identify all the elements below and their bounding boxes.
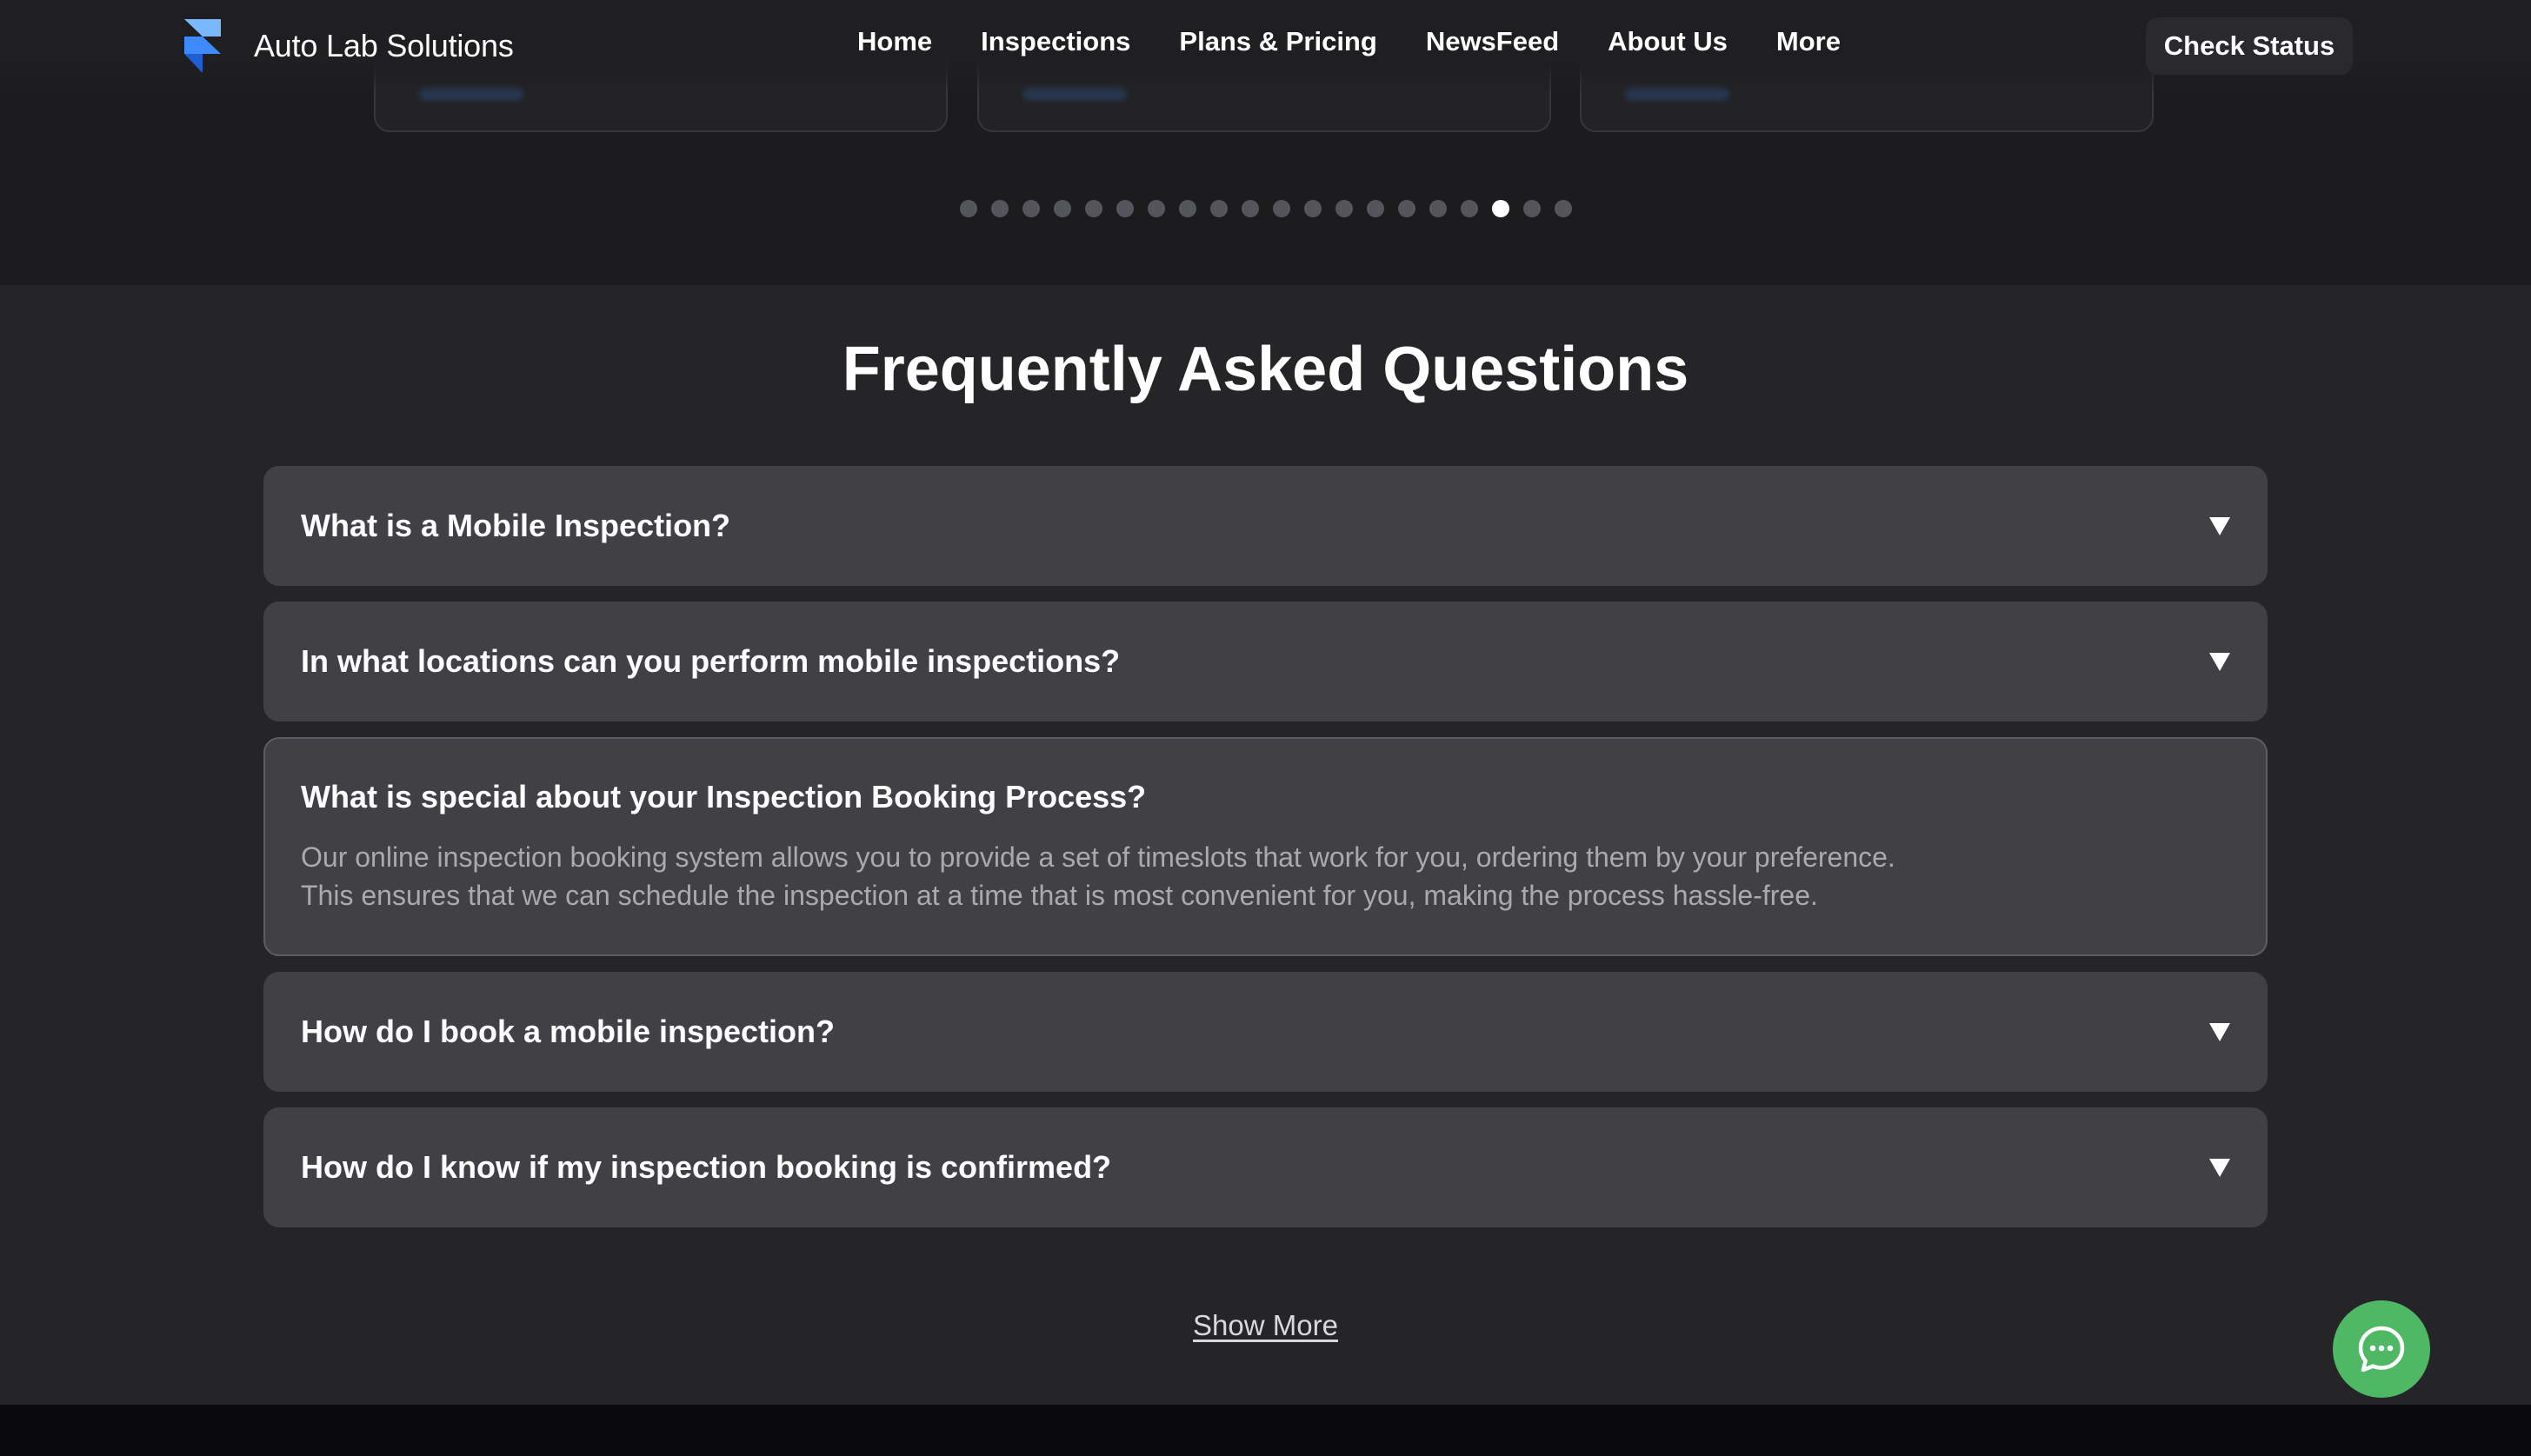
carousel-dot[interactable] [1147,200,1165,217]
faq-answer-line: Our online inspection booking system all… [301,841,1895,873]
nav-link-inspections[interactable]: Inspections [981,26,1130,57]
carousel-dot[interactable] [1366,200,1384,217]
carousel-dot[interactable] [959,200,977,217]
faq-item-expanded[interactable]: What is special about your Inspection Bo… [263,737,2268,956]
carousel-dot[interactable] [1116,200,1134,217]
nav-menu: Home Inspections Plans & Pricing NewsFee… [857,26,1889,57]
framer-logo-icon [184,19,221,73]
faq-question-row[interactable]: In what locations can you perform mobile… [265,603,2266,720]
check-status-button[interactable]: Check Status [2146,17,2353,75]
navbar: Auto Lab Solutions Home Inspections Plan… [0,0,2531,94]
carousel-dot[interactable] [1522,200,1541,217]
triangle-down-icon[interactable] [2208,1157,2231,1178]
carousel-dot[interactable] [1554,200,1572,217]
faq-question: How do I book a mobile inspection? [301,1014,836,1049]
faq-question-row[interactable]: How do I book a mobile inspection? [265,974,2266,1090]
faq-answer: Our online inspection booking system all… [265,838,2266,954]
carousel-dot[interactable] [1335,200,1353,217]
show-more-container: Show More [0,1309,2531,1342]
carousel-pagination [0,200,2531,217]
carousel-dot[interactable] [1460,200,1478,217]
triangle-down-icon[interactable] [2208,515,2231,536]
carousel-dot[interactable] [1303,200,1322,217]
nav-link-more[interactable]: More [1776,26,1841,57]
carousel-dot[interactable] [1178,200,1196,217]
faq-item[interactable]: What is a Mobile Inspection? [263,466,2268,586]
nav-link-newsfeed[interactable]: NewsFeed [1426,26,1559,57]
faq-list: What is a Mobile Inspection? In what loc… [263,466,2268,1243]
carousel-dot[interactable] [1084,200,1102,217]
nav-link-home[interactable]: Home [857,26,932,57]
carousel-dot[interactable] [990,200,1009,217]
carousel-dot[interactable] [1022,200,1040,217]
chat-button[interactable] [2333,1300,2430,1398]
carousel-dot-active[interactable] [1491,200,1509,217]
nav-link-plans-pricing[interactable]: Plans & Pricing [1179,26,1376,57]
carousel-dot[interactable] [1209,200,1228,217]
chat-bubble-icon [2358,1326,2405,1373]
triangle-down-icon[interactable] [2208,1021,2231,1042]
faq-item[interactable]: How do I know if my inspection booking i… [263,1107,2268,1227]
faq-question: How do I know if my inspection booking i… [301,1149,1112,1185]
faq-question-row[interactable]: How do I know if my inspection booking i… [265,1109,2266,1226]
faq-question: What is a Mobile Inspection? [301,508,731,543]
carousel-dot[interactable] [1397,200,1415,217]
faq-question: What is special about your Inspection Bo… [301,779,1147,814]
faq-answer-line: This ensures that we can schedule the in… [301,880,1818,911]
carousel-dot[interactable] [1241,200,1259,217]
carousel-dot[interactable] [1053,200,1071,217]
footer [0,1405,2531,1456]
carousel-dot[interactable] [1429,200,1447,217]
show-more-link[interactable]: Show More [1193,1309,1338,1341]
brand-home-link[interactable]: Auto Lab Solutions [183,16,514,76]
faq-section: Frequently Asked Questions What is a Mob… [0,285,2531,1405]
faq-question-row[interactable]: What is a Mobile Inspection? [265,468,2266,584]
faq-item[interactable]: How do I book a mobile inspection? [263,972,2268,1092]
triangle-down-icon[interactable] [2208,651,2231,672]
faq-question: In what locations can you perform mobile… [301,643,1121,679]
faq-item[interactable]: In what locations can you perform mobile… [263,602,2268,721]
carousel-dot[interactable] [1272,200,1290,217]
brand-name: Auto Lab Solutions [254,28,514,63]
nav-link-about-us[interactable]: About Us [1608,26,1728,57]
faq-heading: Frequently Asked Questions [842,335,1689,404]
